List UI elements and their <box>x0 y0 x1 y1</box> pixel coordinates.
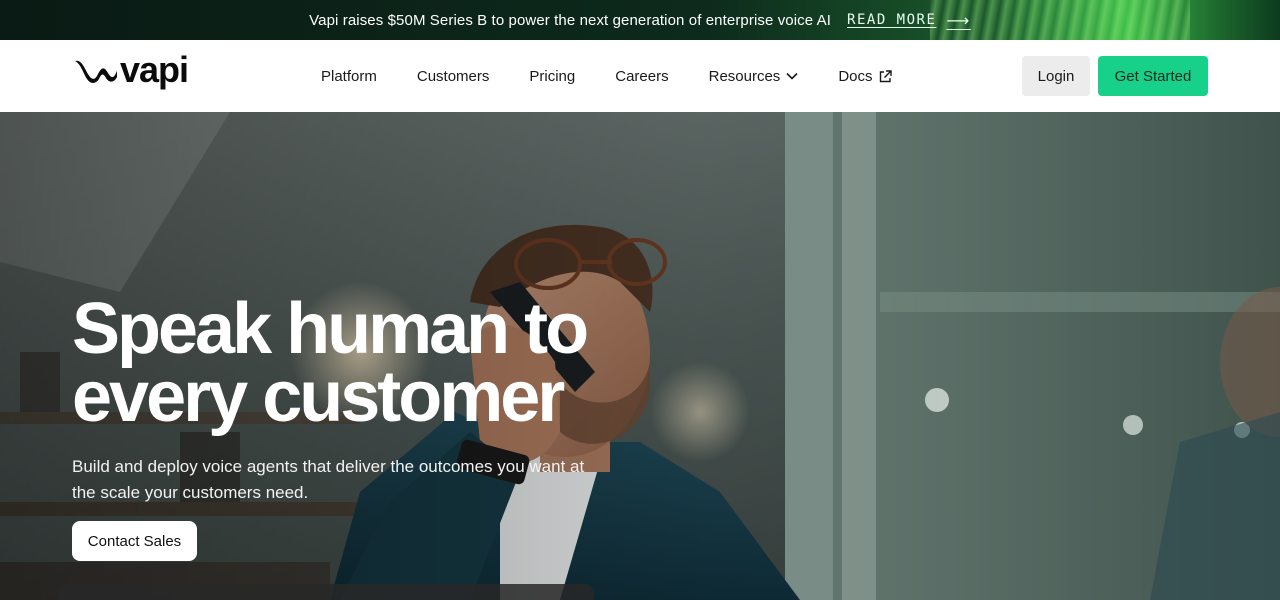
nav-label: Resources <box>708 67 781 85</box>
vapi-logo[interactable]: vapi <box>74 52 189 88</box>
nav-label: Platform <box>321 67 377 85</box>
get-started-button[interactable]: Get Started <box>1098 56 1208 96</box>
site-header: vapi Platform Customers Pricing Careers … <box>0 40 1280 112</box>
banner-text: Vapi raises $50M Series B to power the n… <box>309 11 832 29</box>
hero-section: Speak human to every customer Build and … <box>0 112 1280 600</box>
nav-label: Pricing <box>529 67 576 85</box>
nav-pricing[interactable]: Pricing <box>529 68 575 85</box>
hero-title-line2: every customer <box>72 357 565 437</box>
contact-sales-button[interactable]: Contact Sales <box>72 521 197 561</box>
nav-label: Customers <box>416 67 490 85</box>
nav-label: Docs <box>838 67 873 85</box>
nav-customers[interactable]: Customers <box>417 68 490 85</box>
nav-platform[interactable]: Platform <box>321 68 377 85</box>
main-nav: Platform Customers Pricing Careers Resou… <box>321 40 892 112</box>
hero-subtitle: Build and deploy voice agents that deliv… <box>72 457 585 502</box>
hero-title: Speak human to every customer <box>72 289 672 437</box>
hero-title-line1: Speak human to <box>72 289 589 369</box>
nav-careers[interactable]: Careers <box>615 68 668 85</box>
chevron-down-icon <box>786 72 798 80</box>
nav-label: Careers <box>615 67 669 85</box>
login-button[interactable]: Login <box>1022 56 1090 96</box>
vapi-wave-logo-icon <box>75 60 117 83</box>
read-more-link[interactable]: READ MORE ⟶ <box>847 11 971 30</box>
announcement-banner: Vapi raises $50M Series B to power the n… <box>0 0 1280 40</box>
nav-docs[interactable]: Docs <box>838 67 892 85</box>
nav-resources[interactable]: Resources <box>709 68 799 85</box>
read-more-label: READ MORE <box>847 12 937 28</box>
logo-wordmark: vapi <box>120 49 189 90</box>
arrow-right-icon: ⟶ <box>946 10 971 30</box>
external-link-icon <box>879 69 892 82</box>
hero-bottom-card <box>58 584 594 600</box>
